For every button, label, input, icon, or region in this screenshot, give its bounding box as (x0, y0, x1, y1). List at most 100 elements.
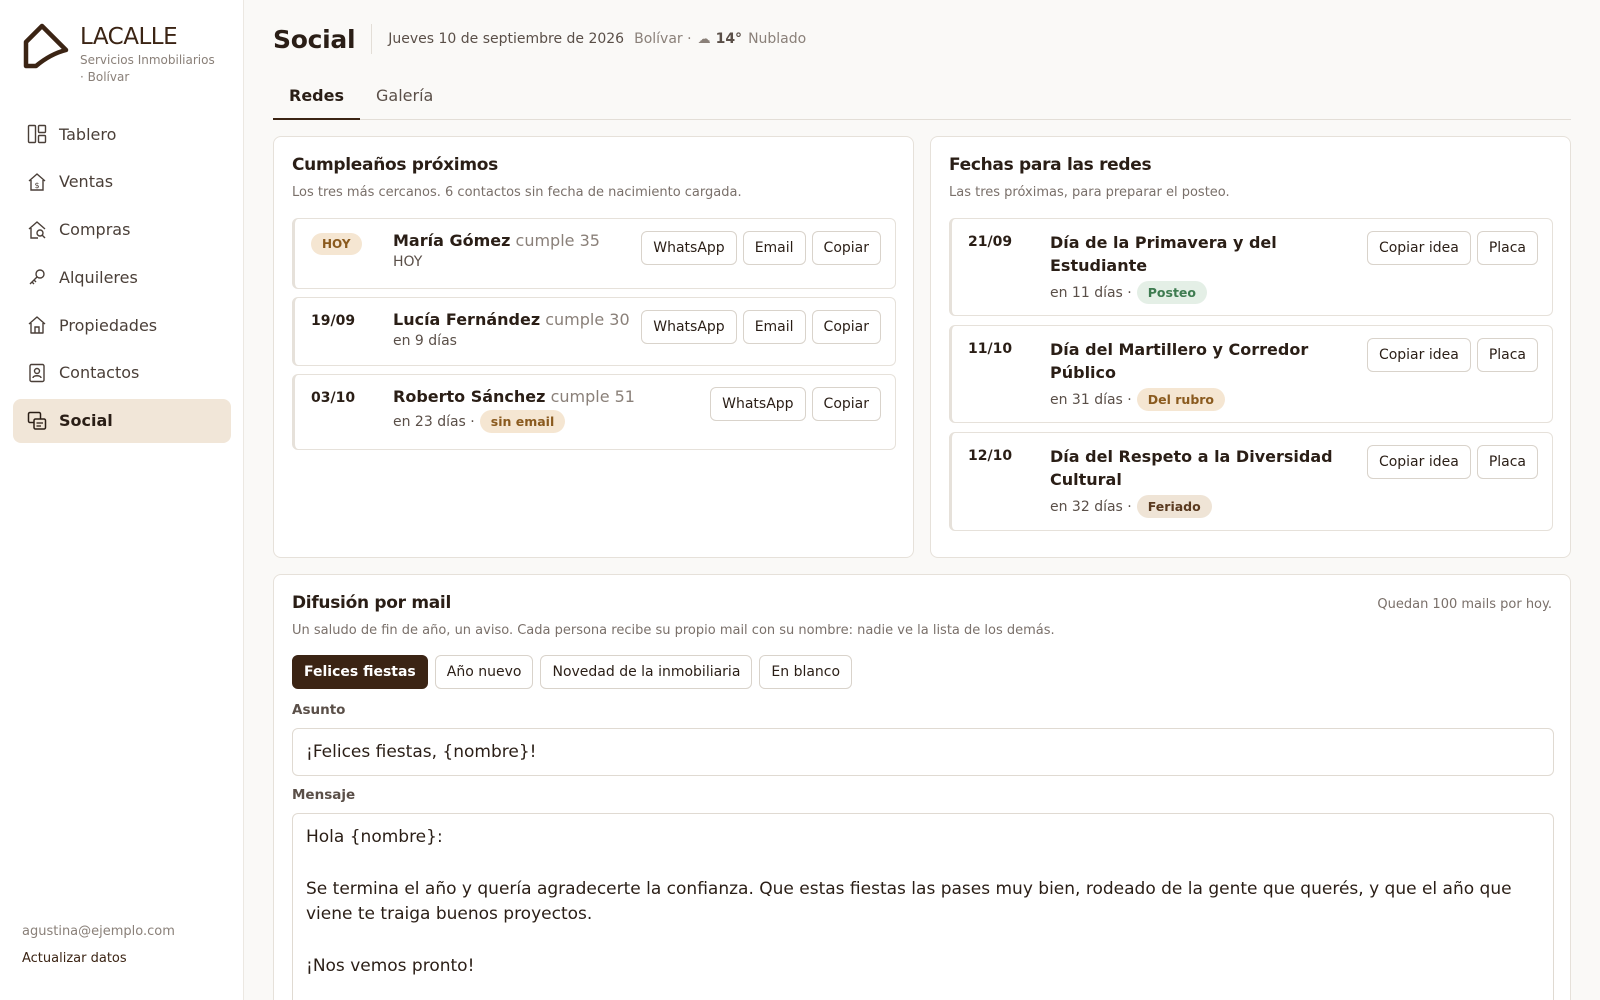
mail-broadcast-card: Difusión por mail Quedan 100 mails por h… (273, 574, 1571, 1000)
contacts-icon (26, 362, 48, 384)
event-date: 21/09 (968, 234, 1013, 250)
copy-button[interactable]: Copiar (811, 310, 881, 344)
event-name: Día del Martillero y Corredor Público (1050, 340, 1309, 382)
sidebar-footer: agustina@ejemplo.com Actualizar datos (22, 924, 175, 966)
copy-idea-button[interactable]: Copiar idea (1366, 445, 1471, 479)
sidebar-item-compras[interactable]: Compras (13, 208, 231, 252)
sidebar-item-contactos[interactable]: Contactos (13, 351, 231, 395)
birthday-date: 19/09 (311, 313, 356, 329)
days-until: en 11 días · (1050, 284, 1132, 301)
days-until: en 31 días · (1050, 391, 1132, 408)
brand[interactable]: LACALLE Servicios Inmobiliarios · Bolíva… (22, 22, 220, 86)
mail-subtitle: Un saludo de fin de año, un aviso. Cada … (292, 623, 1055, 638)
event-name: Día del Respeto a la Diversidad Cultural (1050, 447, 1333, 489)
social-dates-card: Fechas para las redes Las tres próximas,… (930, 136, 1571, 558)
social-icon (26, 410, 48, 432)
sidebar-item-propiedades[interactable]: Propiedades (13, 303, 231, 347)
copy-idea-button[interactable]: Copiar idea (1366, 338, 1471, 372)
placa-button[interactable]: Placa (1476, 338, 1538, 372)
event-row: 21/09 Día de la Primavera y del Estudian… (949, 218, 1553, 316)
tab-redes[interactable]: Redes (273, 78, 360, 120)
subject-input[interactable] (292, 728, 1554, 776)
template-novedad[interactable]: Novedad de la inmobiliaria (540, 655, 753, 689)
sidebar-item-label: Ventas (59, 172, 114, 192)
key-icon (26, 266, 48, 288)
sidebar-nav: Tablero $ Ventas Compras Alquileres Prop… (13, 112, 231, 447)
copy-button[interactable]: Copiar (811, 231, 881, 265)
whatsapp-button[interactable]: WhatsApp (710, 387, 806, 421)
contact-age: cumple 30 (545, 310, 630, 329)
template-felices-fiestas[interactable]: Felices fiestas (292, 655, 428, 689)
temperature: 14° (715, 31, 743, 47)
template-en-blanco[interactable]: En blanco (759, 655, 853, 689)
sidebar-item-label: Contactos (59, 363, 140, 383)
sidebar-item-label: Compras (59, 220, 131, 240)
social-dates-subtitle: Las tres próximas, para preparar el post… (949, 185, 1230, 200)
event-badge: Del rubro (1136, 388, 1226, 411)
placa-button[interactable]: Placa (1476, 231, 1538, 265)
email-button[interactable]: Email (742, 231, 806, 265)
birthday-row: 03/10 Roberto Sánchez cumple 51 en 23 dí… (292, 374, 896, 450)
cloud-icon: ☁ (697, 31, 711, 47)
birthday-row: 19/09 Lucía Fernández cumple 30 en 9 día… (292, 297, 896, 366)
home-icon (26, 314, 48, 336)
birthdays-card: Cumpleaños próximos Los tres más cercano… (273, 136, 914, 558)
header-divider (371, 24, 373, 54)
copy-button[interactable]: Copiar (811, 387, 881, 421)
main-content: Social Jueves 10 de septiembre de 2026 B… (273, 0, 1571, 1000)
email-button[interactable]: Email (742, 310, 806, 344)
sidebar-item-social[interactable]: Social (13, 398, 231, 443)
brand-name: LACALLE (80, 24, 178, 50)
sidebar-item-label: Alquileres (59, 267, 138, 287)
copy-idea-button[interactable]: Copiar idea (1366, 231, 1471, 265)
sidebar-item-ventas[interactable]: $ Ventas (13, 160, 231, 204)
sidebar-item-alquileres[interactable]: Alquileres (13, 255, 231, 299)
subject-label: Asunto (292, 702, 346, 718)
sidebar: LACALLE Servicios Inmobiliarios · Bolíva… (0, 0, 244, 1000)
event-date: 12/10 (968, 448, 1013, 464)
birthdays-subtitle: Los tres más cercanos. 6 contactos sin f… (292, 185, 742, 200)
user-email: agustina@ejemplo.com (22, 924, 175, 939)
brand-subtitle: Servicios Inmobiliarios · Bolívar (80, 53, 215, 84)
message-label: Mensaje (292, 787, 356, 803)
whatsapp-button[interactable]: WhatsApp (641, 231, 737, 265)
placa-button[interactable]: Placa (1476, 445, 1538, 479)
page-title: Social (273, 24, 356, 54)
sidebar-item-label: Social (59, 411, 113, 431)
mail-quota: Quedan 100 mails por hoy. (1377, 597, 1552, 612)
today-badge: HOY (311, 233, 362, 255)
whatsapp-button[interactable]: WhatsApp (641, 310, 737, 344)
days-until: en 23 días · (393, 413, 475, 430)
event-name: Día de la Primavera y del Estudiante (1050, 233, 1277, 275)
days-until: en 32 días · (1050, 498, 1132, 515)
house-search-icon (26, 219, 48, 241)
days-until: en 9 días (393, 333, 457, 349)
birthday-row: HOY María Gómez cumple 35 HOY WhatsApp E… (292, 218, 896, 289)
update-data-link[interactable]: Actualizar datos (22, 951, 175, 966)
contact-name: María Gómez (393, 231, 511, 250)
sidebar-item-label: Propiedades (59, 315, 158, 335)
event-badge: Feriado (1136, 495, 1212, 518)
contact-age: cumple 51 (550, 387, 635, 406)
social-dates-title: Fechas para las redes (949, 155, 1152, 175)
sidebar-item-tablero[interactable]: Tablero (13, 112, 231, 156)
contact-age: cumple 35 (515, 231, 600, 250)
no-email-badge: sin email (479, 410, 566, 433)
contact-name: Roberto Sánchez (393, 387, 546, 406)
svg-text:$: $ (34, 181, 39, 190)
sidebar-item-label: Tablero (59, 124, 117, 144)
page-header: Social Jueves 10 de septiembre de 2026 B… (273, 0, 1571, 78)
tab-galeria[interactable]: Galería (360, 78, 449, 120)
days-until: HOY (393, 254, 423, 270)
event-date: 11/10 (968, 341, 1013, 357)
template-ano-nuevo[interactable]: Año nuevo (434, 655, 534, 689)
birthdays-title: Cumpleaños próximos (292, 155, 498, 175)
event-badge: Posteo (1136, 281, 1207, 304)
house-logo-icon (23, 23, 69, 69)
event-row: 12/10 Día del Respeto a la Diversidad Cu… (949, 432, 1553, 531)
birthday-date: 03/10 (311, 390, 356, 406)
contact-name: Lucía Fernández (393, 310, 541, 329)
event-row: 11/10 Día del Martillero y Corredor Públ… (949, 325, 1553, 423)
message-textarea[interactable]: Hola {nombre}: Se termina el año y querí… (292, 813, 1554, 1000)
current-date: Jueves 10 de septiembre de 2026 (388, 31, 625, 47)
